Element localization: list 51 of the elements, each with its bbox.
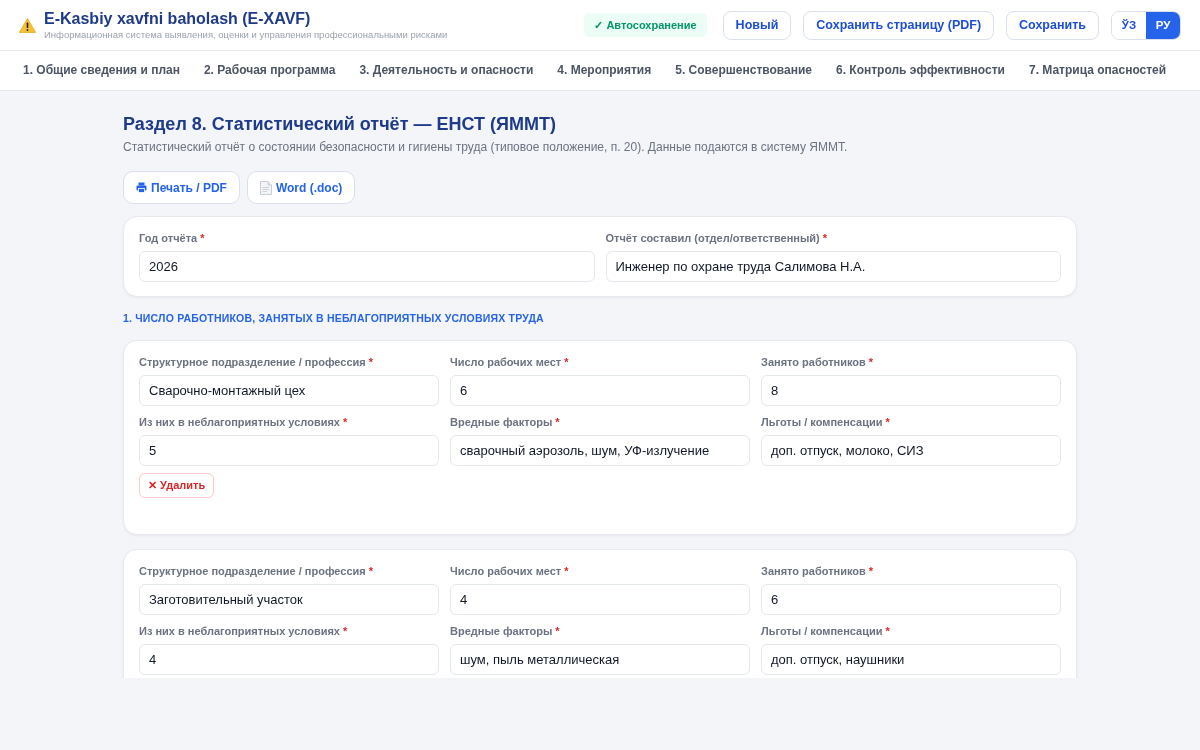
print-button[interactable]: Печать / PDF xyxy=(123,171,240,204)
text-field[interactable]: 6 xyxy=(450,375,750,406)
section-title: Раздел 8. Статистический отчёт — ЕНСТ (ЯММТ) xyxy=(123,113,556,136)
text-field[interactable]: Заготовительный участок xyxy=(139,584,439,615)
text-field[interactable]: 4 xyxy=(139,644,439,675)
delete-button[interactable]: ✕ Удалить xyxy=(139,473,215,498)
field-label: Структурное подразделение / профессия * xyxy=(139,565,374,578)
section-tab[interactable]: 1. Общие сведения и план xyxy=(11,51,192,90)
section-tab[interactable]: 4. Мероприятия xyxy=(545,51,664,90)
field-label: Отчёт составил (отдел/ответственный) * xyxy=(605,232,828,245)
text-field[interactable]: шум, пыль металлическая xyxy=(450,644,750,675)
section-tab[interactable]: 2. Рабочая программа xyxy=(191,51,348,90)
text-field[interactable]: 8 xyxy=(761,375,1061,406)
field-label: Структурное подразделение / профессия * xyxy=(139,356,374,369)
printer-icon xyxy=(136,182,147,193)
field-label: Льготы / компенсации * xyxy=(761,416,890,429)
section-tab[interactable]: 3. Деятельность и опасности xyxy=(347,51,546,90)
field-label: Из них в неблагоприятных условиях * xyxy=(139,625,348,638)
text-field[interactable]: сварочный аэрозоль, шум, УФ-излучение xyxy=(450,435,750,466)
app-subtitle: Информационная система выявления, оценки и управления профессиональными рисками xyxy=(44,29,448,41)
field-label: Из них в неблагоприятных условиях * xyxy=(139,416,348,429)
text-field[interactable]: 6 xyxy=(761,584,1061,615)
section-description: Статистический отчёт о состоянии безопасности и гигиены труда (типовое положение, п. 20). Данные подаются в систему ЯММТ. xyxy=(123,139,848,156)
field-label: Число рабочих мест * xyxy=(450,565,569,578)
text-field[interactable]: Сварочно-монтажный цех xyxy=(139,375,439,406)
autosave-status: ✓ Автосохранение xyxy=(584,13,707,37)
language-option[interactable]: РУ xyxy=(1146,11,1180,39)
export-button[interactable]: Word (.doc) xyxy=(246,171,356,204)
text-field[interactable]: доп. отпуск, молоко, СИЗ xyxy=(761,435,1061,466)
app-title: E-Kasbiy xavfni baholash (E-XAVF) xyxy=(44,9,311,28)
document-icon xyxy=(259,180,272,195)
header-button[interactable]: Сохранить страницу (PDF) xyxy=(803,10,995,40)
field-label: Льготы / компенсации * xyxy=(761,625,890,638)
section-tab[interactable]: 6. Контроль эффективности xyxy=(824,51,1017,90)
field-label: Год отчёта * xyxy=(139,232,205,245)
field-label: Занято работников * xyxy=(761,356,874,369)
text-field[interactable]: доп. отпуск, наушники xyxy=(761,644,1061,675)
text-field[interactable]: 5 xyxy=(139,435,439,466)
warning-icon xyxy=(19,17,36,33)
field-label: Вредные факторы * xyxy=(450,625,560,638)
text-field[interactable]: 2026 xyxy=(139,251,595,282)
section-tab[interactable]: 5. Совершенствование xyxy=(663,51,824,90)
header-button[interactable]: Новый xyxy=(722,10,792,40)
header-button[interactable]: Сохранить xyxy=(1006,10,1099,40)
section-tab[interactable]: 7. Матрица опасностей xyxy=(1016,51,1179,90)
section-heading: 1. ЧИСЛО РАБОТНИКОВ, ЗАНЯТЫХ В НЕБЛАГОПРИЯТНЫХ УСЛОВИЯХ ТРУДА xyxy=(123,312,544,325)
field-label: Число рабочих мест * xyxy=(450,356,569,369)
field-label: Вредные факторы * xyxy=(450,416,560,429)
field-label: Занято работников * xyxy=(761,565,874,578)
text-field[interactable]: 4 xyxy=(450,584,750,615)
text-field[interactable]: Инженер по охране труда Салимова Н.А. xyxy=(605,251,1061,282)
